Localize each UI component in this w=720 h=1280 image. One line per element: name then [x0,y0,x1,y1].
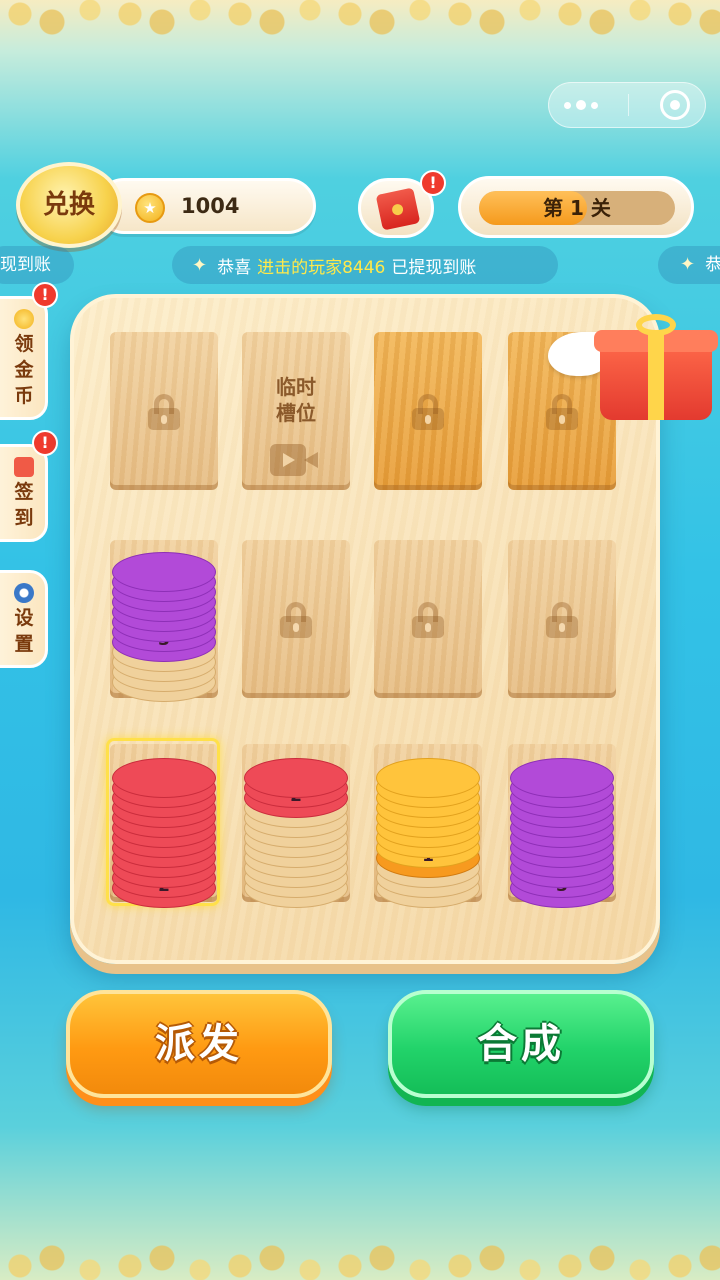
exchange-button[interactable]: 兑换 [16,162,122,248]
level-progress-bar: 第 1 关 [479,191,675,225]
sidebar-label-line: 置 [14,633,34,655]
coin-balance: ★ 1004 [96,178,316,234]
lock-icon [412,602,444,638]
ticker-previous: 现到账 [0,246,74,284]
red-disc [244,758,348,798]
target-icon[interactable] [659,90,690,120]
locked-slot[interactable] [374,332,482,490]
ticker-player-name: 进击的玩家8446 [257,257,386,278]
locked-slot[interactable] [242,540,350,698]
coin-pile-decoration-bottom [0,1244,720,1280]
ticker-suffix: 已提现到账 [391,257,477,278]
capsule-divider [628,94,630,116]
ticker-next-text: 恭 [705,255,720,275]
sidebar-label-line: 签 [14,481,34,503]
miniprogram-capsule [548,82,706,128]
flying-gift-box[interactable] [548,312,718,422]
collect-coins-alert-badge: ! [32,282,58,308]
check-in-alert-badge: ! [32,430,58,456]
disc-stack[interactable]: 1 [376,730,480,908]
dispatch-button[interactable]: 派发 [66,990,332,1098]
gift-ribbon [648,330,664,420]
party-popper-icon: ✦ [680,254,696,275]
disc-stack[interactable]: 2 [112,730,216,908]
purple-disc [112,552,216,592]
coin-count: 1004 [181,194,240,218]
ticker-next: ✦ 恭 [658,246,720,284]
temporary-slot-label-line: 临时 [276,375,316,399]
red-disc [112,758,216,798]
orange-disc [376,758,480,798]
sidebar-label-line: 领 [14,333,34,355]
sidebar-item-check-in[interactable]: 签 到 [0,444,48,542]
lock-icon [280,602,312,638]
video-ad-icon [270,444,318,476]
calendar-icon [14,457,34,477]
purple-disc [510,758,614,798]
gear-icon [14,583,34,603]
lock-icon [412,394,444,430]
level-indicator: 第 1 关 [458,176,694,238]
red-envelope-icon [375,187,421,231]
lock-icon [546,602,578,638]
sidebar-item-collect-coins[interactable]: 领 金 币 [0,296,48,420]
party-popper-icon: ✦ [192,254,208,276]
ticker-prefix: 恭喜 [217,257,252,278]
coin-icon: ★ [135,193,165,223]
red-packet-alert-badge: ! [420,170,446,196]
locked-slot[interactable] [110,332,218,490]
locked-slot[interactable] [374,540,482,698]
coin-pile-decoration-top [0,0,720,36]
disc-stack[interactable]: 2 [244,730,348,908]
sidebar-label-line: 币 [14,385,34,407]
gift-bow [636,314,676,336]
sidebar-label-line: 到 [14,507,34,529]
coin-icon [14,309,34,329]
level-label: 第 1 关 [543,196,611,220]
disc-stack[interactable]: 3 [112,524,216,702]
more-dots-icon[interactable] [564,100,599,110]
winner-ticker: ✦ 恭喜 进击的玩家8446 已提现到账 [172,246,558,284]
locked-slot[interactable] [508,540,616,698]
sidebar-item-settings[interactable]: 设 置 [0,570,48,668]
merge-button[interactable]: 合成 [388,990,654,1098]
temporary-slot-label: 临时 槽位 [242,374,350,426]
temporary-slot-label-line: 槽位 [276,401,316,425]
temporary-slot[interactable]: 临时 槽位 [242,332,350,490]
sidebar-label-line: 金 [14,359,34,381]
lock-icon [148,394,180,430]
sidebar-label-line: 设 [14,607,34,629]
disc-stack[interactable]: 3 [510,730,614,908]
